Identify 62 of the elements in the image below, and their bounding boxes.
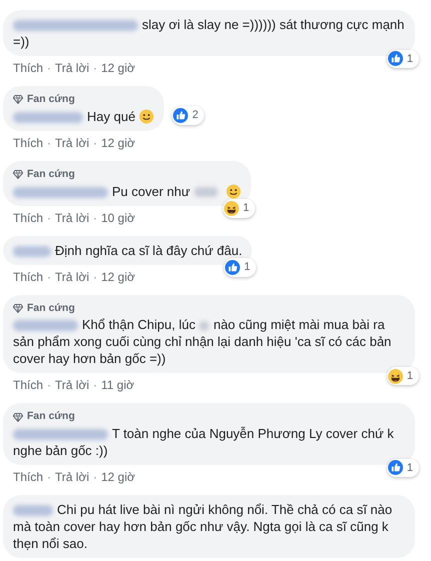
reply-link[interactable]: Trả lời [55,268,90,286]
fan-label: Fan cứng [27,409,75,424]
fan-label: Fan cứng [27,300,75,316]
reaction-badge[interactable]: 1 [222,199,256,218]
separator-dot: · [93,469,98,486]
diamond-icon [13,304,23,313]
reaction-badge[interactable]: 1 [386,458,419,477]
separator-dot: · [47,377,52,394]
reply-link[interactable]: Trả lời [55,208,90,226]
thumbs-up-icon [388,51,403,66]
like-link[interactable]: Thích [13,268,44,286]
comment-text: Định nghĩa ca sĩ là đây chứ đâu. [13,242,242,258]
separator-dot: · [47,134,52,152]
reply-link[interactable]: Trả lời [55,134,90,152]
comment-text: T toàn nghe của Nguyễn Phương Ly cover chứ k nghe bản gốc :)) [13,425,395,459]
thumbs-up-icon [388,460,403,476]
comment-time: 10 giờ [101,210,135,226]
fan-label: Fan cứng [27,166,75,182]
reply-link[interactable]: Trả lời [55,468,90,486]
diamond-icon [13,95,23,104]
blurred-name [13,246,51,257]
diamond-icon [13,412,23,422]
comment-text: Chi pu hát live bài nì ngửi không nổi. Thề chả có ca sĩ nào mà toàn cover hay hơn bản gốc như vậy. Ngta gọi là ca sĩ cũng k thẹn nổi sao. [13,501,394,552]
fan-label: Fan cứng [27,92,75,107]
blurred-name [13,112,83,123]
like-link[interactable]: Thích [13,376,44,394]
reaction-badge[interactable]: 1 [386,366,419,386]
blurred-name [13,505,53,516]
reaction-badge[interactable]: 2 [172,106,204,125]
comment-text: Khổ thận Chipu, lúc nào cũng miệt mài mua bài ra sản phẩm xong cuối cùng chỉ nhận lại danh hiệu 'ca sĩ có các bản cover hay hơn bản gốc =)) [13,316,392,368]
like-link[interactable]: Thích [13,59,44,77]
comment-time: 12 giờ [101,268,135,286]
laughing-face-icon [388,368,403,384]
comment-text: Pu cover như [13,182,242,200]
blurred-text [199,320,210,331]
like-link[interactable]: Thích [13,468,44,486]
comment-text: Hay qué [13,108,154,125]
separator-dot: · [93,377,98,394]
like-link[interactable]: Thích [13,134,44,152]
like-link[interactable]: Thích [13,208,44,226]
separator-dot: · [93,60,98,77]
laughing-face-icon [224,200,239,216]
comment-time: 12 giờ [101,469,135,486]
separator-dot: · [47,210,52,226]
separator-dot: · [47,60,52,77]
blurred-name [13,320,78,332]
reaction-badge[interactable]: 1 [224,258,256,276]
thumbs-up-icon [225,260,240,275]
reaction-badge[interactable]: 1 [386,50,419,68]
separator-dot: · [47,469,52,486]
separator-dot: · [93,210,98,226]
diamond-icon [13,170,23,180]
comment-time: 12 giờ [101,60,135,77]
separator-dot: · [93,134,98,152]
reply-link[interactable]: Trả lời [55,376,90,394]
comment-time: 12 giờ [101,134,135,152]
thumbs-up-icon [173,108,188,123]
separator-dot: · [93,268,98,286]
reply-link[interactable]: Trả lời [55,59,90,77]
comment-text: slay ơi là slay ne =)))))) sát thương cực mạnh =)) [13,16,405,50]
separator-dot: · [47,268,52,286]
comment-time: 11 giờ [101,377,134,394]
